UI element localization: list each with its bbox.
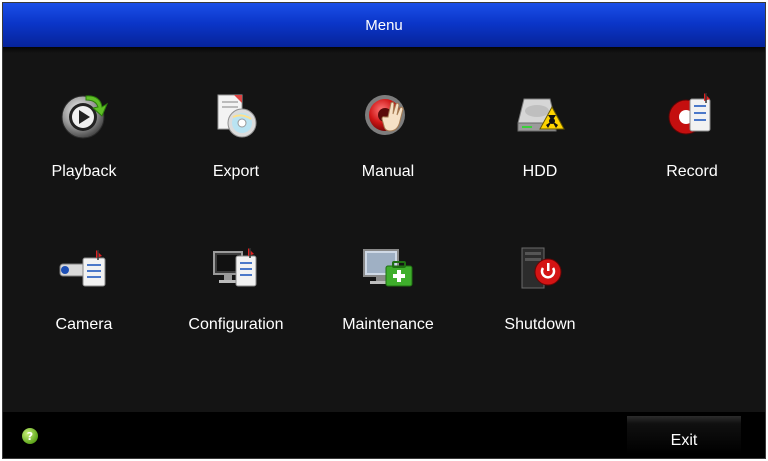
menu-item-manual[interactable]: Manual: [312, 63, 464, 193]
hdd-icon: [510, 85, 570, 145]
menu-window: Menu Playback Export Manual HDD Record C…: [2, 2, 766, 459]
export-icon: [206, 85, 266, 145]
menu-item-camera[interactable]: Camera: [8, 216, 160, 346]
window-title: Menu: [365, 16, 403, 34]
title-bar: Menu: [3, 3, 765, 47]
menu-item-label: Export: [212, 163, 260, 180]
title-divider: [3, 47, 765, 53]
menu-item-hdd[interactable]: HDD: [464, 63, 616, 193]
menu-item-label: Maintenance: [342, 316, 434, 333]
help-icon[interactable]: ?: [22, 428, 38, 444]
menu-item-label: Shutdown: [504, 316, 576, 333]
maintenance-icon: [358, 238, 418, 298]
menu-item-record[interactable]: Record: [616, 63, 765, 193]
shutdown-icon: [510, 238, 570, 298]
menu-item-label: Configuration: [188, 316, 284, 333]
menu-item-configuration[interactable]: Configuration: [160, 216, 312, 346]
playback-icon: [54, 85, 114, 145]
menu-item-label: Playback: [51, 163, 117, 180]
manual-icon: [358, 85, 418, 145]
menu-item-label: HDD: [522, 163, 558, 180]
configuration-icon: [206, 238, 266, 298]
menu-item-label: Camera: [55, 316, 113, 333]
footer-bar: ? Exit: [3, 412, 765, 458]
menu-item-shutdown[interactable]: Shutdown: [464, 216, 616, 346]
record-icon: [662, 85, 722, 145]
camera-icon: [54, 238, 114, 298]
menu-item-maintenance[interactable]: Maintenance: [312, 216, 464, 346]
menu-item-playback[interactable]: Playback: [8, 63, 160, 193]
exit-button[interactable]: Exit: [627, 416, 741, 454]
menu-item-label: Manual: [361, 163, 415, 180]
menu-item-export[interactable]: Export: [160, 63, 312, 193]
menu-item-label: Record: [666, 163, 718, 180]
